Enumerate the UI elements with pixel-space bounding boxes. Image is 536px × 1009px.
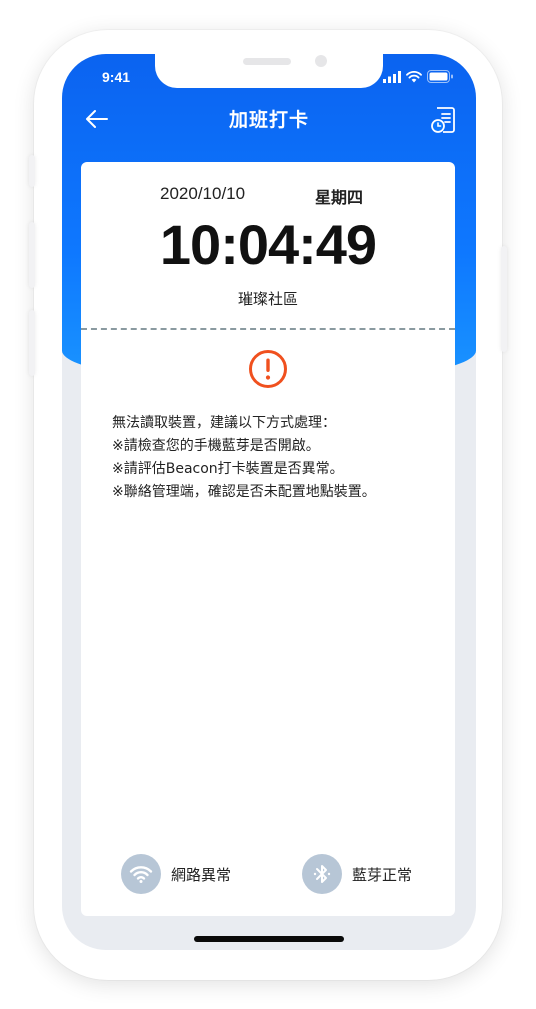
exclamation-circle-icon — [249, 350, 287, 388]
message-line: ※聯絡管理端，確認是否未配置地點裝置。 — [112, 484, 376, 500]
front-camera — [315, 55, 327, 67]
bluetooth-status-badge — [302, 854, 342, 894]
weekday-text: 星期四 — [315, 188, 364, 207]
status-bar-time: 9:41 — [102, 69, 131, 85]
bluetooth-icon — [313, 865, 331, 883]
device-notch — [155, 54, 383, 88]
side-button-power — [501, 246, 507, 352]
side-button-volume-down — [29, 310, 35, 376]
network-status: 網路異常 — [121, 854, 231, 894]
network-status-badge — [121, 854, 161, 894]
battery-icon — [427, 70, 453, 83]
date-text: 2020/10/10 — [160, 184, 246, 203]
bluetooth-status-label: 藍芽正常 — [352, 865, 413, 884]
home-indicator[interactable] — [194, 936, 344, 942]
message-line: ※請評估Beacon打卡裝置是否異常。 — [112, 461, 344, 477]
punch-card: 2020/10/10 星期四 10:04:49 璀璨社區 無法讀取裝置，建議以下… — [81, 162, 455, 916]
status-bar-icons — [383, 70, 454, 83]
app-screen: 9:41 加班打卡 2020/10/10 星期四 10:04:49 璀璨社區 無… — [62, 54, 476, 950]
dashed-divider — [81, 328, 455, 330]
speaker-grille — [243, 58, 291, 65]
side-button-mute — [29, 155, 35, 187]
wifi-status-icon — [406, 70, 422, 82]
wifi-icon — [129, 866, 153, 883]
network-status-label: 網路異常 — [171, 865, 232, 884]
clock-record-icon[interactable] — [430, 106, 456, 134]
message-line: 無法讀取裝置，建議以下方式處理： — [112, 415, 336, 431]
side-button-volume-up — [29, 222, 35, 288]
community-name: 璀璨社區 — [237, 290, 298, 308]
page-title: 加班打卡 — [228, 109, 309, 131]
clock-display: 10:04:49 — [159, 213, 377, 276]
bluetooth-status: 藍芽正常 — [302, 854, 412, 894]
message-line: ※請檢查您的手機藍芽是否開啟。 — [112, 438, 320, 454]
date-row: 2020/10/10 星期四 — [81, 184, 455, 208]
signal-icon — [383, 70, 401, 83]
error-message: 無法讀取裝置，建議以下方式處理： ※請檢查您的手機藍芽是否開啟。 ※請評估Bea… — [112, 412, 432, 504]
